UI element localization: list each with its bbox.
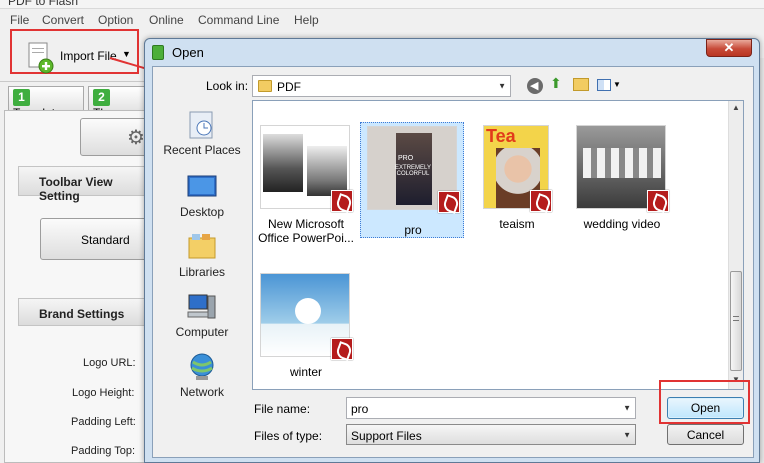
place-recent-places[interactable]: Recent Places	[158, 110, 246, 157]
place-label: Network	[179, 385, 224, 399]
scroll-up-icon[interactable]: ▲	[732, 103, 740, 112]
desktop-icon	[187, 175, 217, 197]
logo-url-label: Logo URL:	[83, 357, 136, 369]
app-icon	[152, 45, 164, 60]
file-thumbnail: PRO EXTREMELY COLORFUL	[367, 126, 460, 213]
place-desktop[interactable]: Desktop	[158, 172, 246, 219]
file-type-value: Support Files	[351, 429, 422, 443]
file-item-selected[interactable]: PRO EXTREMELY COLORFUL pro	[360, 122, 464, 238]
file-item[interactable]: New Microsoft Office PowerPoi...	[254, 117, 358, 257]
pdf-icon	[438, 191, 460, 213]
computer-icon	[187, 294, 216, 319]
padding-top-label: Padding Top:	[71, 445, 136, 457]
close-icon: ✕	[723, 40, 735, 55]
file-thumbnail: Tea	[483, 125, 552, 212]
look-in-dropdown[interactable]: PDF ▼	[252, 75, 511, 97]
close-button[interactable]: ✕	[706, 39, 752, 57]
place-label: Libraries	[178, 265, 226, 279]
place-label: Desktop	[179, 205, 225, 219]
cancel-button[interactable]: Cancel	[667, 424, 744, 445]
view-menu-icon[interactable]: ▼	[597, 78, 623, 94]
chevron-down-icon: ▼	[623, 403, 631, 413]
settings-gear-button[interactable]: ⚙	[80, 118, 150, 156]
scrollbar-thumb[interactable]	[730, 271, 742, 371]
standard-label: Standard	[81, 233, 130, 247]
file-name-value: pro	[351, 402, 369, 416]
thumb-text: PRO	[398, 155, 414, 162]
padding-left-label: Padding Left:	[71, 416, 136, 428]
file-thumbnail	[576, 125, 669, 212]
tab-number: 1	[13, 89, 30, 106]
file-type-dropdown[interactable]: Support Files ▼	[346, 424, 636, 445]
file-name: wedding video	[583, 217, 661, 231]
file-name-input[interactable]: pro ▼	[346, 397, 636, 419]
tab-theme[interactable]: 2Theme	[88, 86, 148, 120]
network-icon	[190, 353, 214, 380]
file-thumbnail	[260, 273, 353, 360]
look-in-label: Look in:	[206, 79, 249, 93]
chevron-down-icon: ▼	[498, 81, 506, 91]
dialog-title: Open	[172, 45, 204, 60]
toolbar-view-heading: Toolbar View Setting	[18, 166, 154, 203]
standard-view-button[interactable]: Standard	[40, 218, 150, 260]
file-item[interactable]: winter	[254, 265, 358, 395]
settings-pane	[4, 110, 154, 463]
file-thumbnail	[260, 125, 353, 212]
place-label: Recent Places	[163, 143, 241, 157]
place-libraries[interactable]: Libraries	[158, 232, 246, 279]
gear-icon: ⚙	[127, 127, 145, 149]
back-icon[interactable]: ◀	[527, 78, 543, 94]
file-item[interactable]: Tea teaism	[465, 117, 569, 247]
file-list-scrollbar[interactable]: ▲ ▼	[728, 101, 743, 389]
tab-template[interactable]: 1Template	[8, 86, 84, 120]
file-name: pro	[404, 223, 422, 237]
pdf-icon	[331, 190, 353, 212]
file-name: winter	[289, 365, 322, 379]
pdf-icon	[530, 190, 552, 212]
pdf-icon	[331, 338, 353, 360]
libraries-icon	[188, 234, 216, 259]
look-in-value: PDF	[277, 80, 301, 94]
thumb-text: Tea	[486, 126, 516, 146]
open-button[interactable]: Open	[667, 397, 744, 419]
chevron-down-icon: ▼	[623, 430, 631, 439]
place-label: Computer	[175, 325, 229, 339]
up-folder-icon[interactable]: ⬆	[550, 75, 562, 92]
file-name: teaism	[499, 217, 535, 231]
place-computer[interactable]: Computer	[158, 292, 246, 339]
brand-settings-heading: Brand Settings	[18, 298, 154, 326]
folder-icon	[258, 80, 272, 92]
pdf-icon	[647, 190, 669, 212]
file-item[interactable]: wedding video	[570, 117, 674, 247]
logo-height-label: Logo Height:	[72, 387, 135, 399]
file-name: New Microsoft Office PowerPoi...	[258, 217, 354, 245]
recent-places-icon	[189, 111, 213, 139]
thumb-text: EXTREMELY COLORFUL	[395, 165, 431, 177]
file-type-label: Files of type:	[254, 429, 323, 443]
place-network[interactable]: Network	[158, 352, 246, 399]
tab-number: 2	[93, 89, 110, 106]
file-name-label: File name:	[254, 402, 311, 416]
new-folder-icon[interactable]	[573, 78, 589, 91]
